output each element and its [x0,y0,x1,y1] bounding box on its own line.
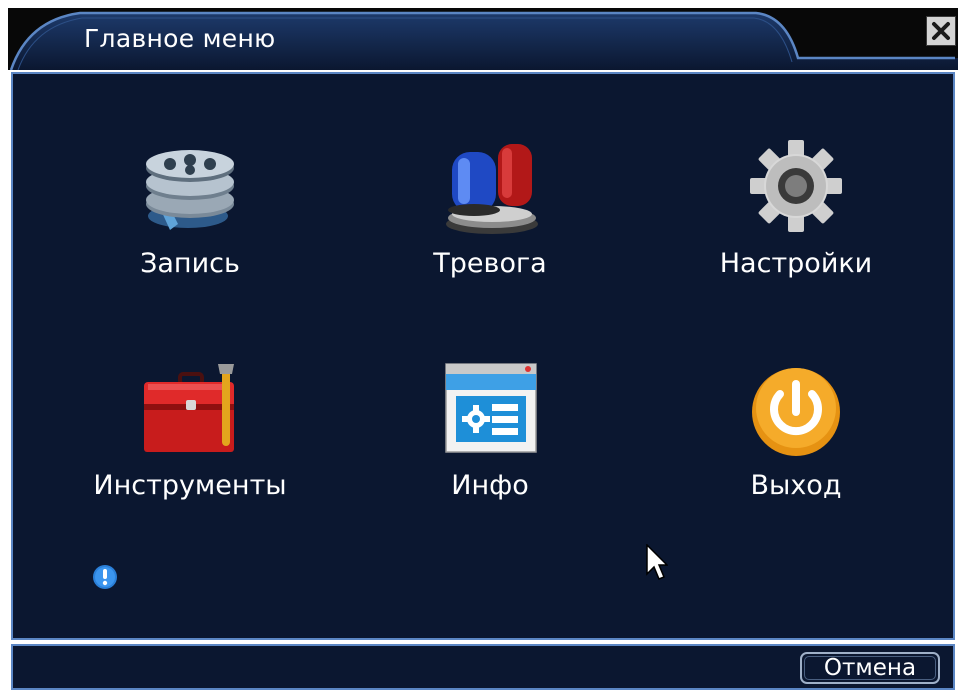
power-icon [752,368,840,456]
main-menu-window: Главное меню Запись Тревога Настройки Ин… [8,8,958,692]
cancel-button-label: Отмена [823,655,917,681]
menu-item-label: Выход [750,470,842,501]
menu-item-label: Запись [140,248,240,279]
menu-item-alarm[interactable]: Тревога [370,138,610,328]
close-icon [932,22,950,40]
menu-item-label: Настройки [719,248,873,279]
mouse-cursor-icon [646,544,668,580]
film-reels-icon [146,150,234,230]
menu-item-label: Инфо [451,470,529,501]
exclamation-icon [93,565,117,589]
toolbox-icon [144,364,234,452]
menu-item-record[interactable]: Запись [70,138,310,328]
info-window-icon [445,363,537,453]
close-button[interactable] [926,16,956,46]
alarm-siren-icon [446,144,538,234]
menu-item-label: Инструменты [93,470,287,501]
cancel-button[interactable]: Отмена [800,652,940,684]
menu-item-info[interactable]: Инфо [370,360,610,550]
gear-icon [750,140,842,232]
menu-item-label: Тревога [433,248,547,279]
menu-item-tools[interactable]: Инструменты [70,360,310,550]
window-title: Главное меню [84,24,276,53]
menu-item-exit[interactable]: Выход [676,360,916,550]
menu-item-settings[interactable]: Настройки [676,138,916,328]
title-bar: Главное меню [8,8,958,70]
